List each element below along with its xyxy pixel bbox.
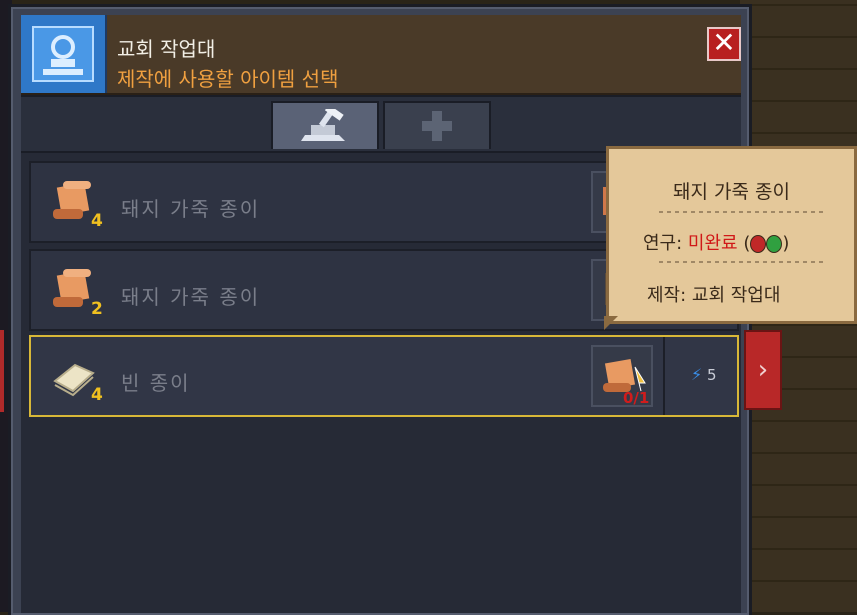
cross-icon [422, 111, 452, 141]
tab-bar [21, 95, 741, 153]
red-gem-icon [750, 235, 767, 253]
item-quantity: 2 [91, 299, 103, 319]
research-gems: () [743, 233, 790, 254]
tab-crafting[interactable] [271, 101, 379, 149]
ingredient-slot[interactable]: 0/1 [591, 345, 653, 407]
workbench-icon [21, 15, 107, 93]
slot-count: 0/1 [623, 389, 650, 407]
window-title: 교회 작업대 [117, 37, 216, 61]
tab-health[interactable] [383, 101, 491, 149]
item-quantity: 4 [91, 385, 103, 405]
energy-value: 5 [707, 366, 717, 384]
item-quantity: 4 [91, 211, 103, 231]
item-tooltip: 돼지 가죽 종이 연구: 미완료 () 제작: 교회 작업대 [606, 146, 857, 324]
tooltip-tail [604, 316, 618, 330]
research-status: 미완료 [687, 233, 738, 254]
window-header: 교회 작업대 제작에 사용할 아이템 선택 ✕ [21, 15, 741, 95]
tooltip-craft: 제작: 교회 작업대 [647, 285, 781, 306]
background-left-marker [0, 330, 4, 412]
green-gem-icon [766, 235, 783, 253]
item-name: 돼지 가죽 종이 [121, 285, 261, 309]
window-subtitle: 제작에 사용할 아이템 선택 [117, 67, 339, 91]
scroll-icon [53, 269, 91, 307]
close-button[interactable]: ✕ [707, 27, 741, 61]
hammer-anvil-icon [301, 109, 345, 141]
chevron-right-icon: › [757, 355, 769, 385]
scroll-icon [53, 181, 91, 219]
lightning-icon: ⚡ [691, 365, 703, 384]
row-divider [663, 337, 665, 415]
energy-cost: ⚡ 5 [691, 365, 717, 384]
tooltip-separator [659, 261, 824, 263]
tooltip-separator [659, 211, 824, 213]
research-label: 연구: [643, 233, 683, 254]
item-name: 빈 종이 [121, 371, 191, 395]
next-arrow-button[interactable]: › [744, 330, 782, 410]
list-item-selected[interactable]: 4 빈 종이 0/1 ⚡ 5 [29, 335, 739, 417]
tooltip-title: 돼지 가죽 종이 [673, 181, 790, 203]
tooltip-research: 연구: 미완료 () [643, 229, 789, 255]
item-name: 돼지 가죽 종이 [121, 197, 261, 221]
blank-paper-icon [53, 363, 95, 397]
